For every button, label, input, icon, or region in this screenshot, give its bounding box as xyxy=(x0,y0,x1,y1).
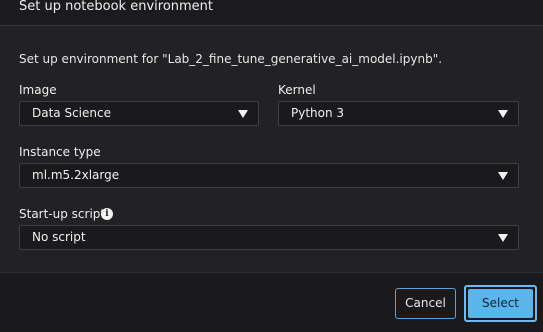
instance-type-select[interactable]: ml.m5.2xlarge xyxy=(19,163,519,188)
image-select-value: Data Science xyxy=(32,106,111,120)
dialog-footer xyxy=(0,272,543,332)
dialog-description: Set up environment for "Lab_2_fine_tune_… xyxy=(19,52,443,66)
caret-down-icon xyxy=(498,172,508,180)
cancel-button[interactable]: Cancel xyxy=(395,288,456,319)
dialog-title: Set up notebook environment xyxy=(19,0,214,14)
notebook-environment-dialog: Set up notebook environment Set up envir… xyxy=(0,0,543,332)
select-button[interactable]: Select xyxy=(464,285,537,322)
startup-script-label: Start-up script xyxy=(19,207,106,221)
caret-down-icon xyxy=(238,110,248,118)
instance-type-select-value: ml.m5.2xlarge xyxy=(32,168,120,182)
kernel-select-value: Python 3 xyxy=(291,106,345,120)
caret-down-icon xyxy=(498,110,508,118)
startup-script-select-value: No script xyxy=(32,230,86,244)
dialog-header: Set up notebook environment xyxy=(0,0,543,26)
instance-type-label: Instance type xyxy=(19,145,101,159)
image-select[interactable]: Data Science xyxy=(19,101,259,126)
startup-script-select[interactable]: No script xyxy=(19,225,519,250)
image-label: Image xyxy=(19,83,57,97)
select-button-label: Select xyxy=(468,289,533,318)
caret-down-icon xyxy=(498,234,508,242)
info-icon[interactable]: i xyxy=(101,208,113,220)
kernel-select[interactable]: Python 3 xyxy=(278,101,519,126)
kernel-label: Kernel xyxy=(278,83,316,97)
